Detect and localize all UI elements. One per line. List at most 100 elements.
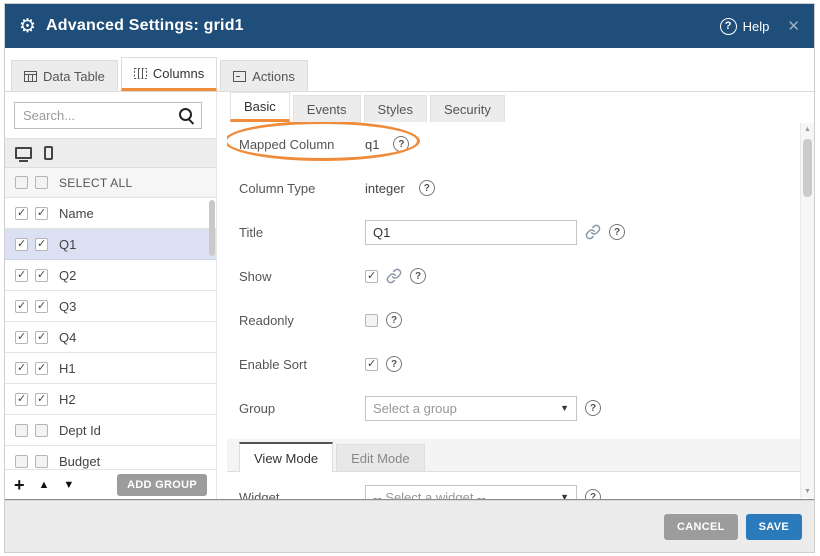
select-all-mobile-checkbox[interactable]	[35, 176, 48, 189]
mobile-checkbox[interactable]	[35, 331, 48, 344]
field-label: Widget	[239, 490, 365, 500]
search-input[interactable]	[14, 102, 202, 129]
column-name: H2	[59, 392, 76, 407]
mobile-icon	[44, 146, 53, 160]
column-name: Q3	[59, 299, 76, 314]
dialog-header: ⚙ Advanced Settings: grid1 ? Help ✕	[5, 4, 814, 48]
mobile-checkbox[interactable]	[35, 455, 48, 468]
tab-actions[interactable]: Actions	[220, 60, 308, 91]
list-item[interactable]: Budget	[5, 446, 216, 469]
column-type-value: integer	[365, 181, 405, 196]
help-icon[interactable]: ?	[585, 489, 601, 499]
list-item[interactable]: Q2	[5, 260, 216, 291]
desktop-checkbox[interactable]	[15, 362, 28, 375]
help-icon: ?	[720, 18, 737, 35]
desktop-checkbox[interactable]	[15, 300, 28, 313]
list-item[interactable]: Q1	[5, 229, 216, 260]
list-item[interactable]: H1	[5, 353, 216, 384]
field-enable-sort: Enable Sort ?	[239, 351, 784, 377]
desktop-checkbox[interactable]	[15, 269, 28, 282]
search-box	[14, 102, 202, 129]
mobile-checkbox[interactable]	[35, 393, 48, 406]
readonly-checkbox[interactable]	[365, 314, 378, 327]
enable-sort-checkbox[interactable]	[365, 358, 378, 371]
tab-label: Actions	[252, 69, 295, 84]
list-scrollbar-thumb[interactable]	[209, 200, 215, 256]
mobile-checkbox[interactable]	[35, 300, 48, 313]
desktop-checkbox[interactable]	[15, 455, 28, 468]
desktop-icon	[15, 147, 32, 159]
search-icon[interactable]	[178, 107, 195, 124]
list-item[interactable]: Name	[5, 198, 216, 229]
field-label: Group	[239, 401, 365, 416]
help-icon[interactable]: ?	[410, 268, 426, 284]
help-icon[interactable]: ?	[585, 400, 601, 416]
list-item[interactable]: Dept Id	[5, 415, 216, 446]
help-button[interactable]: ? Help	[720, 18, 770, 35]
desktop-checkbox[interactable]	[15, 393, 28, 406]
select-all-desktop-checkbox[interactable]	[15, 176, 28, 189]
tab-columns[interactable]: Columns	[121, 57, 217, 91]
basic-tab-content: Mapped Column q1 ? Column Type integer ?…	[227, 122, 814, 499]
add-column-button[interactable]: +	[14, 476, 25, 494]
field-label: Enable Sort	[239, 357, 365, 372]
help-icon[interactable]: ?	[386, 356, 402, 372]
field-widget: Widget -- Select a widget -- ▼ ?	[239, 484, 784, 499]
save-button[interactable]: SAVE	[746, 514, 802, 540]
add-group-button[interactable]: ADD GROUP	[117, 474, 207, 496]
desktop-checkbox[interactable]	[15, 207, 28, 220]
tab-basic[interactable]: Basic	[230, 92, 290, 122]
tab-view-mode[interactable]: View Mode	[239, 442, 333, 472]
widget-select[interactable]: -- Select a widget -- ▼	[365, 485, 577, 500]
gear-icon: ⚙	[19, 15, 36, 38]
dialog-title: Advanced Settings: grid1	[46, 17, 244, 35]
mobile-checkbox[interactable]	[35, 362, 48, 375]
column-name: Q2	[59, 268, 76, 283]
list-item[interactable]: Q3	[5, 291, 216, 322]
tab-events[interactable]: Events	[293, 95, 361, 122]
mobile-checkbox[interactable]	[35, 269, 48, 282]
desktop-checkbox[interactable]	[15, 331, 28, 344]
field-group: Group Select a group ▼ ?	[239, 395, 784, 421]
scrollbar[interactable]: ▲ ▼	[800, 123, 814, 498]
chevron-down-icon: ▼	[560, 403, 569, 413]
help-label: Help	[743, 19, 770, 34]
mobile-checkbox[interactable]	[35, 207, 48, 220]
help-icon[interactable]: ?	[419, 180, 435, 196]
close-icon[interactable]: ✕	[787, 17, 800, 35]
device-visibility-header	[5, 138, 216, 168]
cancel-button[interactable]: CANCEL	[664, 514, 738, 540]
field-readonly: Readonly ?	[239, 307, 784, 333]
tab-styles[interactable]: Styles	[364, 95, 427, 122]
scroll-up-icon[interactable]: ▲	[801, 126, 814, 133]
list-item[interactable]: Q4	[5, 322, 216, 353]
bind-link-icon[interactable]	[585, 224, 601, 240]
mapped-column-value: q1	[365, 137, 379, 152]
scroll-down-icon[interactable]: ▼	[801, 488, 814, 495]
group-select[interactable]: Select a group ▼	[365, 396, 577, 421]
help-icon[interactable]: ?	[609, 224, 625, 240]
column-detail-panel: Basic Events Styles Security Mapped Colu…	[217, 92, 814, 499]
column-name: Q4	[59, 330, 76, 345]
mobile-checkbox[interactable]	[35, 238, 48, 251]
list-item[interactable]: H2	[5, 384, 216, 415]
desktop-checkbox[interactable]	[15, 238, 28, 251]
move-up-button[interactable]: ▲	[39, 479, 50, 491]
dialog-body: SELECT ALL Name Q1 Q2	[5, 92, 814, 500]
select-all-row[interactable]: SELECT ALL	[5, 168, 216, 198]
show-checkbox[interactable]	[365, 270, 378, 283]
help-icon[interactable]: ?	[393, 136, 409, 152]
scrollbar-thumb[interactable]	[803, 139, 812, 197]
move-down-button[interactable]: ▼	[63, 479, 74, 491]
tab-data-table[interactable]: Data Table	[11, 60, 118, 91]
tab-edit-mode[interactable]: Edit Mode	[336, 444, 425, 471]
mobile-checkbox[interactable]	[35, 424, 48, 437]
field-label: Title	[239, 225, 365, 240]
dialog-footer: CANCEL SAVE	[5, 500, 814, 552]
bind-link-icon[interactable]	[386, 268, 402, 284]
help-icon[interactable]: ?	[386, 312, 402, 328]
tab-security[interactable]: Security	[430, 95, 505, 122]
group-select-value: Select a group	[373, 401, 457, 416]
desktop-checkbox[interactable]	[15, 424, 28, 437]
title-input[interactable]	[365, 220, 577, 245]
